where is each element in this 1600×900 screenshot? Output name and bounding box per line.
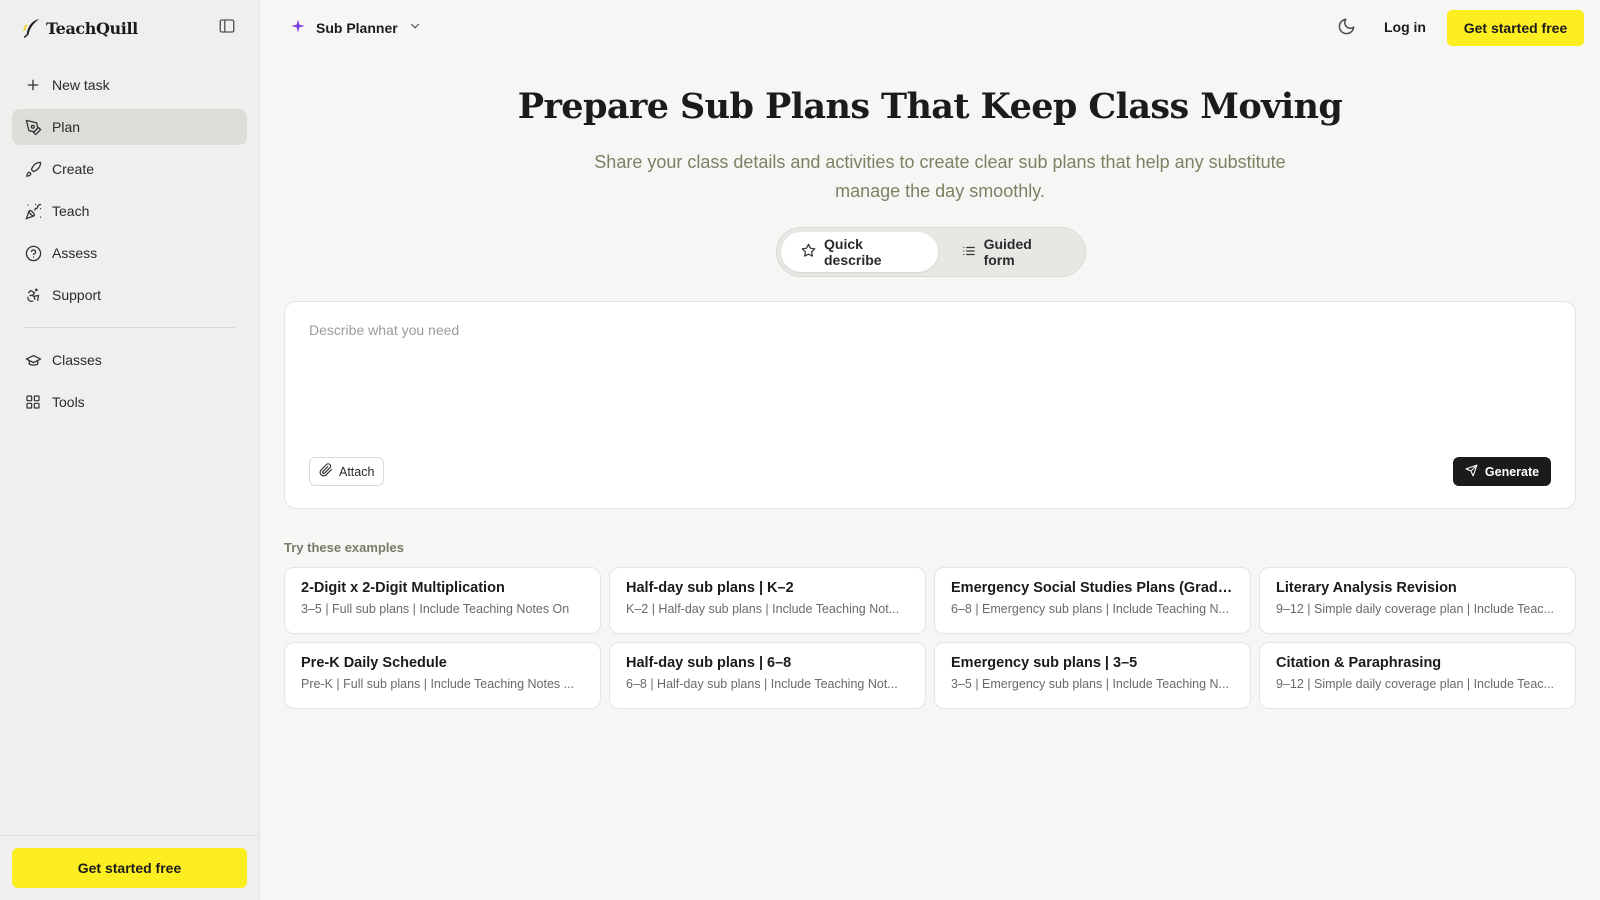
chevron-down-icon — [408, 19, 422, 38]
example-card[interactable]: Emergency Social Studies Plans (Grade...… — [934, 567, 1251, 634]
send-icon — [1465, 464, 1478, 480]
sidebar-item-new-task[interactable]: New task — [12, 67, 247, 103]
moon-icon — [1337, 17, 1356, 41]
sidebar-divider — [24, 327, 235, 328]
quill-icon — [20, 16, 44, 40]
sidebar-item-teach[interactable]: Teach — [12, 193, 247, 229]
example-title: 2-Digit x 2-Digit Multiplication — [301, 580, 505, 596]
example-title: Half-day sub plans | 6–8 — [626, 655, 792, 671]
sidebar-item-label: Plan — [52, 119, 81, 135]
example-card[interactable]: Citation & Paraphrasing 9–12 | Simple da… — [1259, 642, 1576, 709]
theme-toggle-button[interactable] — [1333, 16, 1359, 42]
tab-quick-describe[interactable]: Quick describe — [781, 232, 938, 272]
composer-panel: Attach Generate — [284, 301, 1576, 509]
example-meta: 9–12 | Simple daily coverage plan | Incl… — [1276, 677, 1554, 691]
brand-logo[interactable]: TeachQuill — [20, 16, 138, 40]
top-bar: Sub Planner Log in Get started free — [260, 0, 1600, 56]
sidebar-item-label: Teach — [52, 203, 90, 219]
sidebar-item-assess[interactable]: Assess — [12, 235, 247, 271]
example-title: Half-day sub plans | K–2 — [626, 580, 794, 596]
mode-switch: Quick describe Guided form — [776, 227, 1086, 277]
describe-input[interactable] — [309, 322, 1549, 432]
example-meta: 9–12 | Simple daily coverage plan | Incl… — [1276, 602, 1554, 616]
pen-tool-icon — [24, 118, 42, 136]
example-meta: 6–8 | Emergency sub plans | Include Teac… — [951, 602, 1229, 616]
example-card[interactable]: Half-day sub plans | K–2 K–2 | Half-day … — [609, 567, 926, 634]
help-circle-icon — [24, 244, 42, 262]
rocket-icon — [24, 160, 42, 178]
example-card[interactable]: Pre-K Daily Schedule Pre-K | Full sub pl… — [284, 642, 601, 709]
sidebar-item-plan[interactable]: Plan — [12, 109, 247, 145]
example-title: Emergency sub plans | 3–5 — [951, 655, 1138, 671]
example-meta: K–2 | Half-day sub plans | Include Teach… — [626, 602, 900, 616]
grid-icon — [24, 393, 42, 411]
example-card[interactable]: Literary Analysis Revision 9–12 | Simple… — [1259, 567, 1576, 634]
plus-icon — [24, 76, 42, 94]
sidebar-item-tools[interactable]: Tools — [12, 384, 247, 420]
tab-label: Quick describe — [824, 236, 882, 268]
examples-grid: 2-Digit x 2-Digit Multiplication 3–5 | F… — [284, 567, 1576, 709]
sidebar-item-create[interactable]: Create — [12, 151, 247, 187]
tool-name: Sub Planner — [316, 20, 398, 36]
sidebar-item-label: Create — [52, 161, 95, 177]
tab-guided-form[interactable]: Guided form — [942, 232, 1081, 272]
generate-button[interactable]: Generate — [1453, 457, 1551, 486]
login-link[interactable]: Log in — [1384, 19, 1426, 35]
sidebar: TeachQuill New task Plan Create Teach As… — [0, 0, 260, 900]
example-card[interactable]: Emergency sub plans | 3–5 3–5 | Emergenc… — [934, 642, 1251, 709]
page-title: Prepare Sub Plans That Keep Class Moving — [517, 86, 1343, 127]
sidebar-item-label: Assess — [52, 245, 98, 261]
sidebar-nav: New task Plan Create Teach Assess Suppor… — [12, 67, 247, 426]
sidebar-item-label: New task — [52, 77, 110, 93]
sidebar-get-started-button[interactable]: Get started free — [12, 848, 247, 888]
sidebar-item-support[interactable]: Support — [12, 277, 247, 313]
star-icon — [801, 243, 816, 261]
example-card[interactable]: Half-day sub plans | 6–8 6–8 | Half-day … — [609, 642, 926, 709]
sidebar-footer-divider — [0, 835, 260, 836]
example-meta: 6–8 | Half-day sub plans | Include Teach… — [626, 677, 898, 691]
main-content: Prepare Sub Plans That Keep Class Moving… — [260, 56, 1600, 900]
list-icon — [962, 244, 976, 261]
example-meta: Pre-K | Full sub plans | Include Teachin… — [301, 677, 575, 691]
paperclip-icon — [319, 463, 333, 480]
sidebar-item-label: Support — [52, 287, 102, 303]
sidebar-item-classes[interactable]: Classes — [12, 342, 247, 378]
generate-label: Generate — [1484, 464, 1540, 479]
graduation-cap-icon — [24, 351, 42, 369]
tab-label: Guided form — [983, 236, 1032, 268]
attach-button[interactable]: Attach — [309, 457, 385, 486]
sidebar-item-label: Classes — [52, 352, 102, 368]
sidebar-item-label: Tools — [52, 394, 85, 410]
sparkle-icon — [290, 18, 306, 39]
page-subtitle: Share your class details and activities … — [594, 152, 1286, 201]
example-title: Emergency Social Studies Plans (Grade... — [951, 580, 1234, 596]
attach-label: Attach — [339, 464, 375, 479]
examples-heading: Try these examples — [284, 540, 404, 555]
brand-name: TeachQuill — [46, 18, 138, 38]
tool-selector-dropdown[interactable]: Sub Planner — [290, 16, 422, 40]
example-title: Literary Analysis Revision — [1276, 580, 1457, 596]
party-popper-icon — [24, 202, 42, 220]
example-title: Pre-K Daily Schedule — [301, 655, 447, 671]
accessibility-icon — [24, 286, 42, 304]
example-meta: 3–5 | Full sub plans | Include Teaching … — [301, 602, 570, 616]
example-title: Citation & Paraphrasing — [1276, 655, 1442, 671]
example-card[interactable]: 2-Digit x 2-Digit Multiplication 3–5 | F… — [284, 567, 601, 634]
sidebar-toggle-button[interactable] — [216, 17, 238, 39]
example-meta: 3–5 | Emergency sub plans | Include Teac… — [951, 677, 1229, 691]
sidebar-toggle-icon — [218, 17, 236, 40]
header-get-started-button[interactable]: Get started free — [1447, 10, 1584, 46]
